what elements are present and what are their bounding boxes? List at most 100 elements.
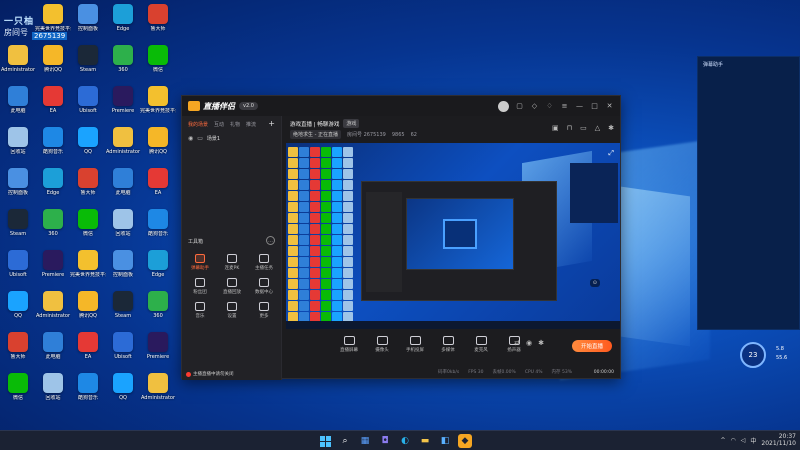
filter-icon[interactable]: ⇄ [514, 339, 520, 347]
source-control[interactable]: 手机投屏 [402, 336, 428, 353]
search-icon[interactable]: ⌕ [338, 434, 352, 448]
tab-scenes[interactable]: 我的场景 [188, 121, 208, 128]
stream-preview[interactable]: ⊙ ⤢ [286, 143, 620, 329]
widgets-icon[interactable]: ▦ [358, 434, 372, 448]
tool-item[interactable]: 粉丝团 [184, 278, 216, 295]
tool-item[interactable]: 弹幕助手 [184, 254, 216, 271]
desktop-icon[interactable]: Edge [105, 4, 141, 46]
alert-icon[interactable]: △ [595, 124, 600, 132]
desktop-icon[interactable]: EA [140, 168, 176, 210]
desktop-icon[interactable]: QQ [70, 127, 106, 169]
store-icon[interactable]: ◧ [438, 434, 452, 448]
close-icon[interactable]: ✕ [605, 102, 614, 110]
desktop-icon[interactable]: Administrator [35, 291, 71, 333]
eye-icon[interactable]: ◉ [526, 339, 532, 347]
add-scene-icon[interactable]: + [268, 120, 275, 128]
desktop-icon[interactable]: 微信 [70, 209, 106, 251]
ime-indicator[interactable]: 中 [750, 436, 756, 445]
message-icon[interactable]: ▢ [515, 102, 524, 110]
tray-overflow-icon[interactable]: ^ [720, 437, 725, 444]
title-bar[interactable]: 直播伴侣 v2.0 ▢ ◇ ♢ ≡ — □ ✕ [182, 96, 620, 116]
desktop-icon[interactable]: 360 [105, 45, 141, 87]
tool-item[interactable]: 数据中心 [248, 278, 280, 295]
desktop-icon[interactable]: EA [35, 86, 71, 128]
tool-item[interactable]: 连麦PK [216, 254, 248, 271]
weather-widget[interactable]: 23 5.8 55.6 [740, 342, 800, 372]
desktop-icon[interactable]: Premiere [35, 250, 71, 292]
tool-item[interactable]: 直播回放 [216, 278, 248, 295]
version-badge[interactable]: v2.0 [239, 102, 258, 110]
desktop-icon[interactable]: Steam [0, 209, 36, 251]
desktop-icon[interactable]: 此电脑 [0, 86, 36, 128]
minimize-icon[interactable]: — [575, 102, 584, 110]
desktop-icon[interactable]: 鲁大师 [140, 4, 176, 46]
desktop-icon[interactable]: Premiere [105, 86, 141, 128]
desktop-icon[interactable]: 360 [140, 291, 176, 333]
screen-icon[interactable]: ▭ [580, 124, 587, 132]
desktop-icon[interactable]: Administrator [105, 127, 141, 169]
desktop-icon[interactable]: QQ [105, 373, 141, 415]
source-control[interactable]: 直播屏幕 [336, 336, 362, 353]
desktop-icon[interactable]: Premiere [140, 332, 176, 374]
desktop-icon[interactable]: Edge [35, 168, 71, 210]
desktop-icon[interactable]: Steam [105, 291, 141, 333]
desktop-icon[interactable]: 控制面板 [105, 250, 141, 292]
settings-icon[interactable]: ✱ [608, 124, 614, 132]
desktop-icon[interactable]: 完美世界竞技平台 [140, 86, 176, 128]
desktop-icon[interactable]: 腾讯QQ [35, 45, 71, 87]
source-control[interactable]: 麦克风 [468, 336, 494, 353]
eye-icon[interactable]: ◉ [188, 135, 193, 142]
desktop-icon[interactable]: 酷狗音乐 [140, 209, 176, 251]
live-companion-taskbar-icon[interactable]: ◆ [458, 434, 472, 448]
danmaku-panel[interactable]: 弹幕助手 [697, 56, 800, 330]
desktop-icon[interactable]: 鲁大师 [70, 168, 106, 210]
tool-item[interactable]: 设置 [216, 302, 248, 319]
desktop-icon[interactable]: 回收站 [0, 127, 36, 169]
edge-icon[interactable]: ◐ [398, 434, 412, 448]
desktop-icon[interactable]: 控制面板 [70, 4, 106, 46]
shirt-icon[interactable]: ♢ [545, 102, 554, 110]
desktop-icon[interactable]: Steam [70, 45, 106, 87]
desktop-icon[interactable]: QQ [0, 291, 36, 333]
tab-interact[interactable]: 互动 [214, 121, 224, 128]
maximize-icon[interactable]: □ [590, 102, 599, 110]
desktop-icon[interactable]: 360 [35, 209, 71, 251]
delete-icon[interactable]: ▣ [552, 124, 559, 132]
desktop-icon[interactable]: Ubisoft [105, 332, 141, 374]
desktop-icon[interactable]: 酷狗音乐 [70, 373, 106, 415]
source-control[interactable]: 多媒体 [435, 336, 461, 353]
volume-icon[interactable]: ◁ [741, 437, 746, 444]
desktop-icon[interactable]: 完美世界竞技平台 [70, 250, 106, 292]
desktop-icon[interactable]: Administrator [0, 45, 36, 87]
desktop-icon[interactable]: 此电脑 [105, 168, 141, 210]
more-icon[interactable]: … [266, 236, 275, 245]
go-live-button[interactable]: 开始直播 [572, 340, 612, 352]
chat-icon[interactable]: ◘ [378, 434, 392, 448]
tool-item[interactable]: 主播任务 [248, 254, 280, 271]
desktop-icon[interactable]: 酷狗音乐 [35, 127, 71, 169]
tool-item[interactable]: 音乐 [184, 302, 216, 319]
file-explorer-icon[interactable]: ▬ [418, 434, 432, 448]
scene-item[interactable]: ◉ ▭ 场景1 [182, 133, 281, 144]
desktop-icon[interactable]: 腾讯QQ [140, 127, 176, 169]
room-category[interactable]: 绝地求生 - 正在直播 [290, 130, 341, 139]
desktop-icon[interactable]: EA [70, 332, 106, 374]
desktop-icon[interactable]: 腾讯QQ [70, 291, 106, 333]
desktop-icon[interactable]: Administrator [140, 373, 176, 415]
desktop-icon[interactable]: 回收站 [105, 209, 141, 251]
lock-icon[interactable]: ⊓ [567, 124, 572, 132]
menu-icon[interactable]: ≡ [560, 102, 569, 110]
desktop-icon[interactable]: 微信 [140, 45, 176, 87]
source-control[interactable]: 摄像头 [369, 336, 395, 353]
desktop-icon[interactable]: Ubisoft [70, 86, 106, 128]
room-tag[interactable]: 游戏 [343, 119, 360, 128]
desktop-icon[interactable]: Edge [140, 250, 176, 292]
room-headline[interactable]: 游戏直播 | 畅聊游戏 [290, 120, 339, 128]
settings-icon[interactable]: ✱ [538, 339, 544, 347]
clock[interactable]: 20:37 2021/11/10 [761, 433, 796, 447]
desktop-icon[interactable]: Ubisoft [0, 250, 36, 292]
tab-gifts[interactable]: 礼物 [230, 121, 240, 128]
network-icon[interactable]: ◠ [731, 437, 736, 444]
avatar[interactable] [498, 100, 509, 112]
desktop-icon[interactable]: 回收站 [35, 373, 71, 415]
